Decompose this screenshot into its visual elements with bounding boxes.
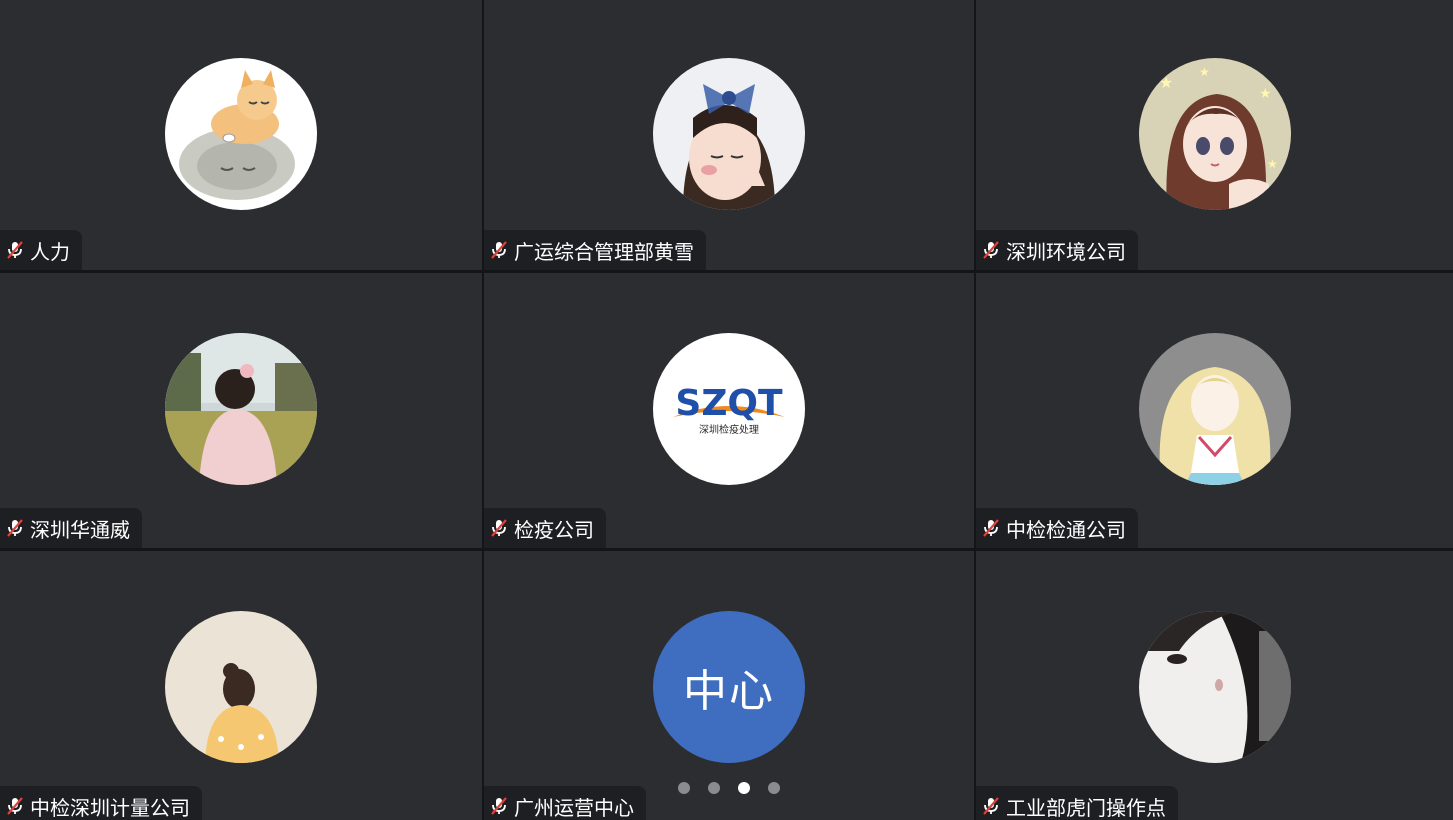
woman-portrait-avatar-image — [1138, 611, 1291, 763]
szqt-logo-subtext: 深圳检疫处理 — [699, 423, 759, 436]
participant-name: 中检深圳计量公司 — [30, 795, 190, 820]
participant-tile[interactable]: SZQT 深圳检疫处理 检疫公司 — [484, 273, 974, 548]
mic-muted-icon — [488, 239, 510, 261]
participant-tile[interactable]: 广运综合管理部黄雪 — [484, 0, 974, 270]
mic-muted-icon — [980, 517, 1002, 539]
participant-tile[interactable]: 人力 — [0, 0, 482, 270]
avatar — [165, 58, 317, 210]
participant-name-tag: 广州运营中心 — [484, 786, 646, 820]
girl-back-view-avatar-image — [165, 611, 317, 763]
participant-tile[interactable]: 中检检通公司 — [976, 273, 1453, 548]
participant-name: 广州运营中心 — [514, 795, 634, 820]
participant-name: 广运综合管理部黄雪 — [514, 239, 694, 264]
avatar: SZQT 深圳检疫处理 — [653, 333, 805, 485]
participant-name: 检疫公司 — [514, 517, 594, 542]
page-dot[interactable] — [768, 782, 780, 794]
participant-name-tag: 检疫公司 — [484, 508, 606, 548]
avatar: ★ ★ ★ ★ — [1138, 58, 1291, 210]
page-indicator[interactable] — [678, 782, 780, 794]
anime-girl-avatar-image: ★ ★ ★ ★ — [1138, 58, 1291, 210]
svg-text:★: ★ — [1159, 73, 1173, 92]
avatar — [165, 333, 317, 485]
mic-muted-icon — [488, 517, 510, 539]
participant-name: 工业部虎门操作点 — [1006, 795, 1166, 820]
svg-text:★: ★ — [1267, 157, 1278, 171]
mic-muted-icon — [488, 795, 510, 817]
cat-on-seal-avatar-image — [165, 58, 317, 210]
avatar — [1138, 333, 1291, 485]
mic-muted-icon — [4, 795, 26, 817]
participant-name: 人力 — [30, 239, 70, 264]
szqt-logo-avatar-image: SZQT 深圳检疫处理 — [653, 333, 805, 485]
page-dot[interactable] — [678, 782, 690, 794]
participant-name-tag: 深圳环境公司 — [976, 230, 1138, 270]
participant-tile[interactable]: 中心 广州运营中心 — [484, 551, 974, 820]
page-dot[interactable] — [708, 782, 720, 794]
mic-muted-icon — [4, 517, 26, 539]
avatar — [165, 611, 317, 763]
video-grid: 人力 广运综合管理部黄雪 ★ ★ ★ ★ 深圳环境公司 深圳华通威 SZQT 深… — [0, 0, 1453, 820]
participant-tile[interactable]: ★ ★ ★ ★ 深圳环境公司 — [976, 0, 1453, 270]
girl-with-bow-avatar-image — [653, 58, 805, 210]
child-in-park-avatar-image — [165, 333, 317, 485]
szqt-logo-text: SZQT — [675, 383, 783, 424]
participant-name: 中检检通公司 — [1006, 517, 1126, 542]
svg-text:★: ★ — [1199, 65, 1210, 79]
participant-name: 深圳环境公司 — [1006, 239, 1126, 264]
avatar — [653, 58, 805, 210]
participant-tile[interactable]: 深圳华通威 — [0, 273, 482, 548]
avatar — [1138, 611, 1291, 763]
anime-blonde-girl-avatar-image — [1138, 333, 1291, 485]
page-dot-active[interactable] — [738, 782, 750, 794]
participant-name-tag: 人力 — [0, 230, 82, 270]
participant-tile[interactable]: 工业部虎门操作点 — [976, 551, 1453, 820]
participant-name-tag: 工业部虎门操作点 — [976, 786, 1178, 820]
initials-avatar: 中心 — [653, 611, 805, 763]
svg-text:★: ★ — [1259, 86, 1272, 102]
mic-muted-icon — [980, 239, 1002, 261]
mic-muted-icon — [4, 239, 26, 261]
participant-tile[interactable]: 中检深圳计量公司 — [0, 551, 482, 820]
participant-name-tag: 深圳华通威 — [0, 508, 142, 548]
participant-name: 深圳华通威 — [30, 517, 130, 542]
participant-name-tag: 广运综合管理部黄雪 — [484, 230, 706, 270]
mic-muted-icon — [980, 795, 1002, 817]
participant-name-tag: 中检检通公司 — [976, 508, 1138, 548]
participant-name-tag: 中检深圳计量公司 — [0, 786, 202, 820]
